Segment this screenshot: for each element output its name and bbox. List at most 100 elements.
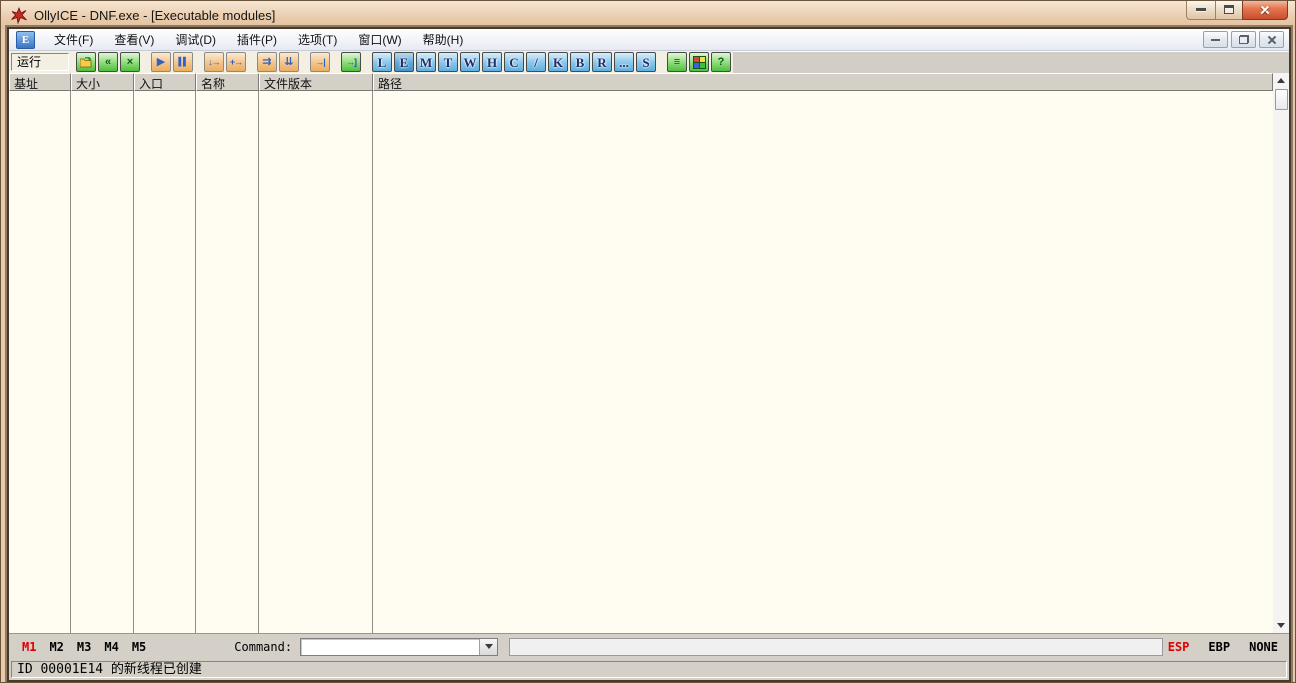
open-file-button[interactable]: [76, 52, 96, 72]
till-return-button[interactable]: →|: [310, 52, 330, 72]
close-button[interactable]: [1242, 1, 1288, 20]
step-into-icon: ↓→: [208, 56, 220, 67]
mdi-minimize-button[interactable]: [1203, 31, 1228, 48]
column-divider: [258, 91, 259, 633]
window-callstack-button[interactable]: K: [548, 52, 568, 72]
mdi-minimize-icon: [1211, 38, 1220, 41]
go-to-icon: →]: [346, 56, 357, 67]
window-runtrace-button[interactable]: ...: [614, 52, 634, 72]
window-executables-button[interactable]: E: [394, 52, 414, 72]
options-list-icon: ≡: [673, 55, 681, 68]
pause-button[interactable]: ▌▌: [173, 52, 193, 72]
info-panel: [509, 637, 1164, 656]
menu-debug[interactable]: 调试(D): [167, 28, 224, 51]
title-bar: OllyICE - DNF.exe - [Executable modules]: [1, 1, 1295, 29]
menu-options[interactable]: 选项(T): [290, 28, 345, 51]
status-bar: ID 00001E14 的新线程已创建: [9, 659, 1289, 680]
menu-window[interactable]: 窗口(W): [350, 28, 409, 51]
window-handles-button[interactable]: H: [482, 52, 502, 72]
mdi-restore-button[interactable]: [1231, 31, 1256, 48]
bottom-bar: M1 M2 M3 M4 M5 Command: ESP EBP NONE: [9, 633, 1289, 659]
flag-ebp[interactable]: EBP: [1208, 640, 1230, 654]
column-header-base[interactable]: 基址: [9, 73, 71, 91]
column-header-name[interactable]: 名称: [196, 73, 259, 91]
modules-table: 基址 大小 入口 名称 文件版本 路径: [9, 73, 1273, 633]
table-header: 基址 大小 入口 名称 文件版本 路径: [9, 73, 1273, 91]
restore-icon: [1224, 5, 1234, 14]
command-input[interactable]: [301, 638, 480, 655]
appearance-button[interactable]: [689, 52, 709, 72]
memory-button-m5[interactable]: M5: [132, 640, 146, 654]
status-message: ID 00001E14 的新线程已创建: [11, 661, 1287, 678]
minimize-icon: [1196, 8, 1206, 11]
column-header-fileversion[interactable]: 文件版本: [259, 73, 373, 91]
flag-none[interactable]: NONE: [1249, 640, 1278, 654]
menu-view[interactable]: 查看(V): [106, 28, 162, 51]
window-windows-button[interactable]: W: [460, 52, 480, 72]
mdi-restore-icon: [1238, 35, 1249, 44]
mdi-window-controls: [1203, 31, 1289, 48]
flag-esp[interactable]: ESP: [1168, 640, 1190, 654]
modules-pane: 基址 大小 入口 名称 文件版本 路径: [9, 73, 1289, 633]
restore-button[interactable]: [1215, 1, 1243, 20]
column-header-entry[interactable]: 入口: [134, 73, 196, 91]
window-source-button[interactable]: S: [636, 52, 656, 72]
menu-help[interactable]: 帮助(H): [415, 28, 472, 51]
restart-button[interactable]: «: [98, 52, 118, 72]
restart-icon: «: [104, 55, 112, 68]
menu-bar: E 文件(F) 查看(V) 调试(D) 插件(P) 选项(T) 窗口(W) 帮助…: [9, 29, 1289, 51]
step-into-button[interactable]: ↓→: [204, 52, 224, 72]
window-cpu-button[interactable]: C: [504, 52, 524, 72]
vertical-scrollbar[interactable]: [1273, 73, 1289, 633]
animate-over-button[interactable]: ⇊: [279, 52, 299, 72]
mdi-close-button[interactable]: [1259, 31, 1284, 48]
mdi-close-icon: [1267, 35, 1277, 45]
column-header-path[interactable]: 路径: [373, 73, 1273, 91]
ollyice-window: OllyICE - DNF.exe - [Executable modules]…: [0, 0, 1296, 683]
memory-button-m3[interactable]: M3: [77, 640, 91, 654]
memory-button-m2[interactable]: M2: [49, 640, 63, 654]
window-log-button[interactable]: L: [372, 52, 392, 72]
debug-options-button[interactable]: ≡: [667, 52, 687, 72]
memory-button-m4[interactable]: M4: [104, 640, 118, 654]
help-button[interactable]: ?: [711, 52, 731, 72]
animate-into-icon: ⇉: [262, 55, 272, 68]
step-over-icon: +→: [229, 56, 243, 67]
window-memory-button[interactable]: M: [416, 52, 436, 72]
minimize-button[interactable]: [1186, 1, 1216, 20]
scroll-thumb[interactable]: [1274, 89, 1288, 110]
window-patches-button[interactable]: /: [526, 52, 546, 72]
till-return-icon: →|: [315, 56, 325, 67]
window-threads-button[interactable]: T: [438, 52, 458, 72]
window-references-button[interactable]: R: [592, 52, 612, 72]
window-breakpoints-button[interactable]: B: [570, 52, 590, 72]
menu-file[interactable]: 文件(F): [46, 28, 101, 51]
column-divider: [133, 91, 134, 633]
scroll-up-icon: [1277, 78, 1285, 83]
column-divider: [372, 91, 373, 633]
table-body-empty[interactable]: [9, 91, 1273, 633]
run-icon: ▶: [156, 55, 166, 68]
open-folder-icon: [79, 56, 91, 67]
scroll-up-button[interactable]: [1273, 73, 1289, 88]
go-to-button[interactable]: →]: [341, 52, 361, 72]
toolbar-filler: [733, 51, 1289, 73]
window-title: OllyICE - DNF.exe - [Executable modules]: [34, 7, 276, 23]
memory-button-m1[interactable]: M1: [22, 640, 36, 654]
close-program-button[interactable]: ×: [120, 52, 140, 72]
close-icon: [1259, 4, 1271, 16]
mdi-child-icon[interactable]: E: [16, 30, 35, 49]
pause-icon: ▌▌: [178, 57, 188, 66]
command-dropdown-button[interactable]: [479, 638, 498, 655]
scroll-down-icon: [1277, 623, 1285, 628]
column-header-size[interactable]: 大小: [71, 73, 134, 91]
close-program-icon: ×: [126, 55, 134, 68]
toolbar-band: 运行 « × ▶ ▌▌ ↓→ +→ ⇉ ⇊ →| →] L E M T W H …: [9, 51, 733, 73]
menu-plugins[interactable]: 插件(P): [229, 28, 285, 51]
scroll-down-button[interactable]: [1273, 618, 1289, 633]
run-button[interactable]: ▶: [151, 52, 171, 72]
color-grid-icon: [692, 55, 706, 69]
step-over-button[interactable]: +→: [226, 52, 246, 72]
animate-into-button[interactable]: ⇉: [257, 52, 277, 72]
app-splat-icon: [10, 6, 28, 24]
